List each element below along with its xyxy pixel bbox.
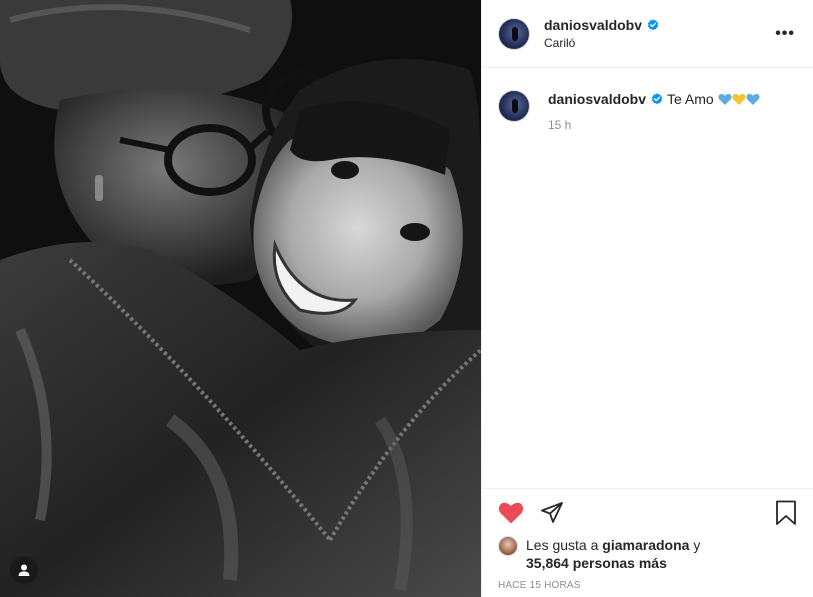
like-button[interactable] (498, 501, 524, 525)
bookmark-icon (776, 500, 796, 525)
post-header: daniosvaldobv Cariló ••• (482, 0, 813, 68)
share-button[interactable] (540, 501, 564, 525)
post-side-panel: daniosvaldobv Cariló ••• daniosvaldobv T… (481, 0, 813, 597)
caption-text: Te Amo (667, 91, 714, 107)
caption-comment: daniosvaldobv Te Amo 15 h (498, 90, 797, 132)
heart-filled-icon (498, 502, 524, 524)
caption-line: daniosvaldobv Te Amo (548, 90, 760, 108)
caption-author-avatar[interactable] (498, 90, 530, 122)
verified-badge-icon (651, 93, 663, 105)
person-icon (18, 564, 30, 576)
instagram-post: daniosvaldobv Cariló ••• daniosvaldobv T… (0, 0, 813, 597)
caption-emoji-hearts (718, 93, 760, 106)
author-username-row: daniosvaldobv (544, 17, 659, 33)
first-liker-username[interactable]: giamaradona (602, 537, 689, 553)
paper-plane-icon (541, 502, 563, 523)
tagged-user-icon[interactable] (10, 556, 38, 584)
comments-section: daniosvaldobv Te Amo 15 h (482, 68, 813, 488)
author-username[interactable]: daniosvaldobv (544, 17, 642, 33)
post-timestamp[interactable]: HACE 15 HORAS (498, 580, 797, 591)
likes-summary: Les gusta a giamaradona y 35,864 persona… (498, 536, 797, 572)
likes-joiner: y (693, 537, 701, 553)
likes-prefix: Les gusta a (526, 537, 599, 553)
post-location[interactable]: Cariló (544, 36, 771, 50)
author-avatar[interactable] (498, 17, 530, 50)
save-button[interactable] (775, 500, 797, 526)
likes-count-link[interactable]: 35,864 personas más (526, 555, 667, 571)
caption-time[interactable]: 15 h (548, 118, 760, 132)
verified-badge-icon (647, 19, 659, 31)
liker-avatar[interactable] (498, 536, 518, 556)
blue-heart-icon (718, 93, 732, 105)
yellow-heart-icon (732, 93, 746, 105)
more-options-icon[interactable]: ••• (771, 21, 799, 47)
post-actions-block: Les gusta a giamaradona y 35,864 persona… (482, 488, 813, 597)
likes-text: Les gusta a giamaradona y 35,864 persona… (526, 536, 700, 572)
caption-body: daniosvaldobv Te Amo 15 h (548, 90, 760, 132)
action-bar (498, 499, 797, 527)
black-and-white-couple-photo (0, 0, 481, 597)
author-info: daniosvaldobv Cariló (544, 17, 771, 50)
blue-heart-icon (746, 93, 760, 105)
post-photo[interactable] (0, 0, 481, 597)
caption-username[interactable]: daniosvaldobv (548, 90, 646, 108)
